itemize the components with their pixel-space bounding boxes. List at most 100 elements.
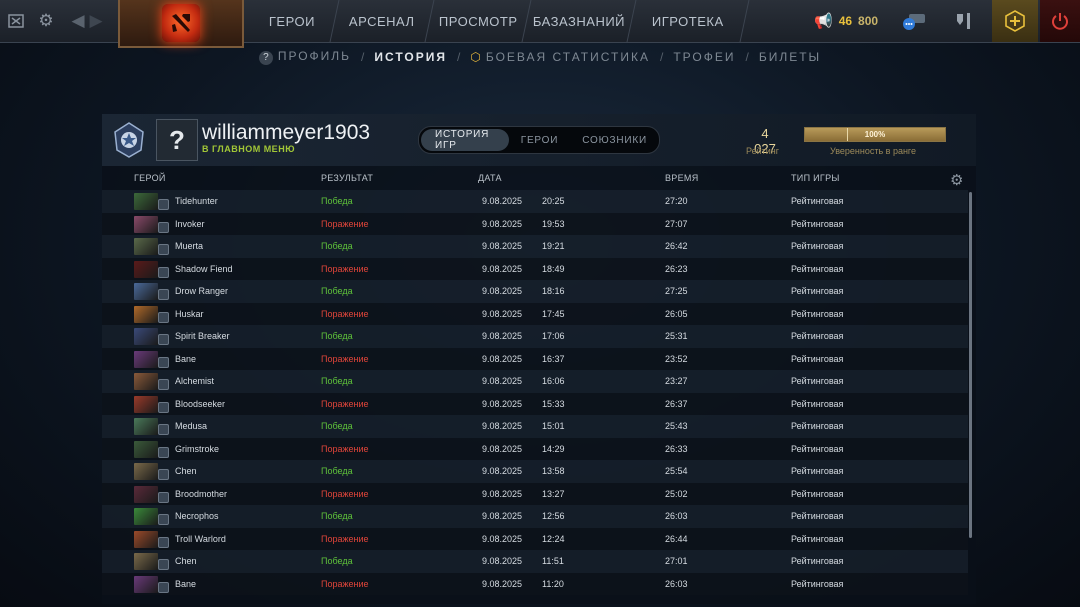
table-row[interactable]: Bane Поражение 9.08.2025 11:20 26:03 Рейтинго… <box>102 572 968 595</box>
hero-portrait <box>134 350 158 368</box>
subnav-history[interactable]: ИСТОРИЯ <box>374 50 447 64</box>
role-badge-icon <box>158 536 169 548</box>
role-badge-icon <box>158 379 169 390</box>
table-row[interactable]: Chen Победа 9.08.2025 11:51 27:01 Рейтинговая <box>102 550 968 573</box>
table-row[interactable]: Drow Ranger Победа 9.08.2025 18:16 27:25 Рейт… <box>102 280 968 303</box>
table-row[interactable]: Muerta Победа 9.08.2025 19:21 26:42 Рейтингов… <box>102 235 968 258</box>
chat-icon[interactable] <box>896 0 932 42</box>
power-button[interactable] <box>1040 0 1080 42</box>
match-duration: 27:01 <box>665 556 688 566</box>
dota-logo-button[interactable] <box>118 0 244 48</box>
game-type: Рейтинговая <box>791 353 844 364</box>
exit-fullscreen-icon[interactable] <box>4 0 28 42</box>
col-time[interactable]: ВРЕМЯ <box>665 173 699 183</box>
table-row[interactable]: Shadow Fiend Поражение 9.08.2025 18:49 26:23… <box>102 257 968 280</box>
hero-portrait <box>134 193 158 210</box>
currency-display[interactable]: 📢 46 800 <box>814 0 878 42</box>
role-badge-icon <box>158 401 169 413</box>
match-date: 9.08.2025 <box>482 398 523 409</box>
table-row[interactable]: Grimstroke Поражение 9.08.2025 14:29 26:33 Ре… <box>102 437 968 460</box>
hero-portrait <box>134 530 158 548</box>
gear-icon[interactable]: ⚙ <box>34 0 58 42</box>
tab-heroes[interactable]: ГЕРОИ <box>509 129 571 151</box>
match-date: 9.08.2025 <box>482 376 523 386</box>
role-badge-icon <box>158 289 169 300</box>
nav-heroes[interactable]: ГЕРОИ <box>245 0 340 42</box>
table-row[interactable]: Alchemist Победа 9.08.2025 16:06 23:27 Рейтин… <box>102 370 968 393</box>
subnav-battle-stats[interactable]: ⬡ БОЕВАЯ СТАТИСТИКА <box>470 50 650 64</box>
table-row[interactable]: Tidehunter Победа 9.08.2025 20:25 27:20 Рейти… <box>102 190 968 213</box>
dota-logo-icon <box>162 4 200 42</box>
username: williammeyer1903 <box>202 121 371 144</box>
table-row[interactable]: Invoker Поражение 9.08.2025 19:53 27:07 Рейти… <box>102 212 968 235</box>
table-row[interactable]: Chen Победа 9.08.2025 13:58 25:54 Рейтинговая <box>102 460 968 483</box>
col-hero[interactable]: ГЕРОЙ <box>134 173 166 183</box>
tab-match-history[interactable]: ИСТОРИЯ ИГР <box>421 129 509 151</box>
nav-learn[interactable]: БАЗАЗНАНИЙ <box>522 0 637 42</box>
forward-arrow-icon[interactable]: ▶ <box>88 0 104 42</box>
subnav-profile[interactable]: ? ПРОФИЛЬ <box>258 49 351 65</box>
match-result: Победа <box>321 196 353 206</box>
match-date: 9.08.2025 <box>482 556 523 566</box>
armory-icon[interactable] <box>944 0 984 42</box>
col-result[interactable]: РЕЗУЛЬТАТ <box>321 173 373 183</box>
dota-plus-button[interactable] <box>992 0 1038 42</box>
match-date: 9.08.2025 <box>482 443 523 454</box>
col-type[interactable]: ТИП ИГРЫ <box>791 173 840 183</box>
hero-name: Necrophos <box>175 511 219 521</box>
subnav-separator: / <box>361 50 365 64</box>
rank-confidence-bar: 100% <box>804 127 946 142</box>
nav-watch[interactable]: ПРОСМОТР <box>425 0 532 42</box>
hero-name: Spirit Breaker <box>175 331 230 341</box>
table-header: ГЕРОЙ РЕЗУЛЬТАТ ДАТА ВРЕМЯ ТИП ИГРЫ <box>102 170 976 190</box>
match-result: Победа <box>321 286 353 296</box>
match-start-time: 19:21 <box>542 241 565 251</box>
table-row[interactable]: Troll Warlord Поражение 9.08.2025 12:24 26:4… <box>102 527 968 550</box>
nav-arcade[interactable]: ИГРОТЕКА <box>627 0 750 42</box>
match-start-time: 18:16 <box>542 286 565 296</box>
match-result: Победа <box>321 556 353 566</box>
match-duration: 26:05 <box>665 308 688 319</box>
match-result: Поражение <box>321 308 369 319</box>
subnav-separator: / <box>745 50 749 64</box>
tab-allies[interactable]: СОЮЗНИКИ <box>570 129 659 151</box>
hero-name: Alchemist <box>175 376 215 386</box>
table-row[interactable]: Spirit Breaker Победа 9.08.2025 17:06 25:31 Р… <box>102 325 968 348</box>
match-start-time: 13:58 <box>542 466 565 476</box>
hero-name: Invoker <box>175 218 205 229</box>
rank-confidence-label: Уверенность в ранге <box>830 146 917 156</box>
hero-name: Chen <box>175 466 197 476</box>
table-settings-gear-icon[interactable]: ⚙ <box>950 171 963 189</box>
game-type: Рейтинговая <box>791 466 844 476</box>
match-date: 9.08.2025 <box>482 421 523 431</box>
game-type: Рейтинговая <box>791 218 844 229</box>
game-type: Рейтинговая <box>791 511 844 521</box>
match-result: Победа <box>321 376 353 386</box>
table-row[interactable]: Broodmother Поражение 9.08.2025 13:27 25:02 Р… <box>102 482 968 505</box>
hero-name: Shadow Fiend <box>175 263 233 274</box>
scrollbar[interactable] <box>969 192 972 538</box>
subnav-tickets[interactable]: БИЛЕТЫ <box>759 50 821 64</box>
dota-plus-icon <box>1005 10 1025 32</box>
avatar[interactable]: ? <box>156 119 198 161</box>
table-row[interactable]: Medusa Победа 9.08.2025 15:01 25:43 Рейтингов… <box>102 415 968 438</box>
table-row[interactable]: Necrophos Победа 9.08.2025 12:56 26:03 Рейтин… <box>102 505 968 528</box>
match-result: Победа <box>321 241 353 251</box>
col-date[interactable]: ДАТА <box>478 173 502 183</box>
table-row[interactable]: Bane Поражение 9.08.2025 16:37 23:52 Рейтинго… <box>102 347 968 370</box>
game-type: Рейтинговая <box>791 196 844 206</box>
nav-arsenal[interactable]: АРСЕНАЛ <box>330 0 435 42</box>
match-date: 9.08.2025 <box>482 533 523 544</box>
back-arrow-icon[interactable]: ◀ <box>70 0 86 42</box>
match-duration: 23:52 <box>665 353 688 364</box>
subnav-trophies[interactable]: ТРОФЕИ <box>673 50 735 64</box>
match-start-time: 15:01 <box>542 421 565 431</box>
hero-portrait <box>134 463 158 480</box>
hero-portrait <box>134 575 158 593</box>
table-row[interactable]: Huskar Поражение 9.08.2025 17:45 26:05 Рейтин… <box>102 302 968 325</box>
table-row[interactable]: Bloodseeker Поражение 9.08.2025 15:33 26:37 Р… <box>102 392 968 415</box>
profile-header: ? williammeyer1903 В ГЛАВНОМ МЕНЮ ИСТОРИ… <box>102 114 976 166</box>
match-start-time: 11:51 <box>542 556 564 566</box>
hero-name: Bane <box>175 578 197 589</box>
match-result: Победа <box>321 511 353 521</box>
